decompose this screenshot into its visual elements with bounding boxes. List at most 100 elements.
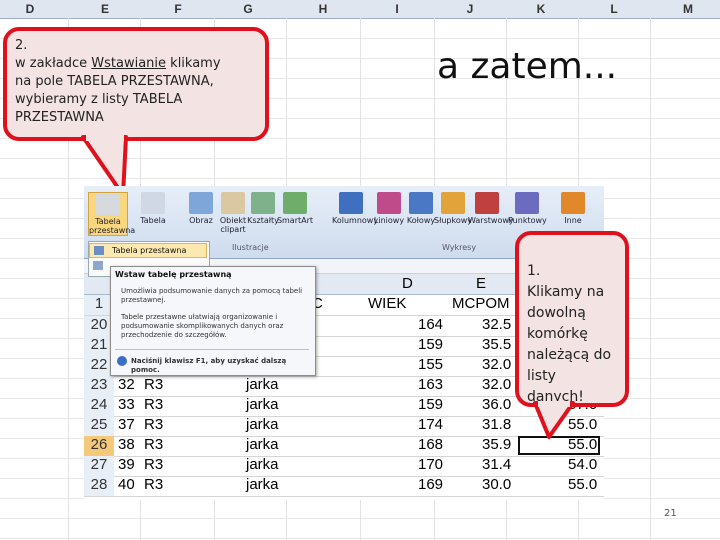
pivot-chart-icon[interactable] (93, 261, 103, 270)
table-cell[interactable]: 55.0 (568, 476, 597, 496)
help-icon (117, 356, 127, 366)
ribbon-button-label: Słupkowy (434, 216, 473, 225)
ribbon-button-label: Warstwowy (468, 216, 514, 225)
ribbon-button-other-charts[interactable]: Inne (554, 192, 592, 225)
group-illustrations-label: Ilustracje (232, 243, 269, 252)
table-row: 28 40 R3 jarka 169 30.0 55.0 (84, 476, 604, 497)
table-cell[interactable]: jarka (246, 456, 279, 476)
table-cell[interactable]: 31.4 (482, 456, 511, 476)
table-cell[interactable]: 35.9 (482, 436, 511, 456)
callout-step-1-line: komórkę (527, 326, 588, 342)
table-cell[interactable]: 35.5 (482, 336, 511, 356)
ribbon-button-label: Kołowy (406, 216, 436, 225)
row-number[interactable]: 28 (84, 476, 114, 496)
ribbon-button-bar-chart[interactable]: Słupkowy (434, 192, 472, 225)
callout-step-1-pointer (533, 401, 575, 439)
table-cell[interactable]: 155 (418, 356, 443, 376)
menu-item-pivot-table[interactable]: Tabela przestawna (89, 243, 207, 258)
ribbon-button-label: Tabela (140, 216, 166, 225)
ribbon-button-smartart[interactable]: SmartArt (276, 192, 314, 225)
ribbon-button-label: Liniowy (373, 216, 405, 225)
ribbon-button-table[interactable]: Tabela (134, 192, 172, 225)
table-cell[interactable]: R3 (144, 416, 163, 436)
table-cell[interactable]: R3 (144, 456, 163, 476)
row-number[interactable]: 23 (84, 376, 114, 396)
pivot-table-icon (94, 246, 104, 255)
ribbon-button-scatter-chart[interactable]: Punktowy (508, 192, 547, 225)
table-cell[interactable]: 33 (118, 396, 135, 416)
table-icon (141, 192, 165, 214)
tooltip-title: Wstaw tabelę przestawną (115, 270, 232, 279)
callout-step-2-line2: na pole TABELA PRZESTAWNA, (15, 74, 214, 89)
table-cell[interactable]: 164 (418, 316, 443, 336)
callout-step-2-number: 2. (15, 38, 28, 53)
ribbon-button-label: SmartArt (276, 216, 314, 225)
bg-col-header-m: M (683, 2, 693, 16)
table-cell[interactable]: 159 (418, 396, 443, 416)
table-cell[interactable]: 32 (118, 376, 135, 396)
table-cell[interactable]: 169 (418, 476, 443, 496)
table-cell[interactable]: 39 (118, 456, 135, 476)
table-cell[interactable]: 159 (418, 336, 443, 356)
line-chart-icon (377, 192, 401, 214)
area-chart-icon (475, 192, 499, 214)
row-number[interactable]: 27 (84, 456, 114, 476)
other-charts-icon (561, 192, 585, 214)
bg-col-header-d: D (25, 2, 35, 16)
table-cell[interactable]: jarka (246, 396, 279, 416)
table-cell[interactable]: 32.5 (482, 316, 511, 336)
table-cell[interactable]: jarka (246, 476, 279, 496)
bg-col-header-i: I (395, 2, 399, 16)
bg-grid-line (0, 538, 720, 539)
callout-step-1-line: dowolną (527, 305, 586, 321)
table-cell[interactable]: R3 (144, 376, 163, 396)
scatter-chart-icon (515, 192, 539, 214)
table-cell[interactable]: 163 (418, 376, 443, 396)
table-cell[interactable]: 36.0 (482, 396, 511, 416)
ribbon-button-label: Punktowy (508, 216, 547, 225)
table-cell[interactable]: R3 (144, 436, 163, 456)
table-cell[interactable]: 32.0 (482, 356, 511, 376)
table-cell[interactable]: 38 (118, 436, 135, 456)
callout-step-2: 2. w zakładce Wstawianie klikamy na pole… (3, 27, 269, 141)
table-cell[interactable]: 40 (118, 476, 135, 496)
insert-tab-reference: Wstawianie (91, 56, 167, 71)
table-cell[interactable]: R3 (144, 476, 163, 496)
table-cell[interactable]: 31.8 (482, 416, 511, 436)
table-cell[interactable]: jarka (246, 376, 279, 396)
table-cell[interactable]: R3 (144, 396, 163, 416)
table-cell[interactable]: jarka (246, 436, 279, 456)
table-cell[interactable]: 168 (418, 436, 443, 456)
ribbon-button-column-chart[interactable]: Kolumnowy (332, 192, 378, 225)
bg-col-header-h: H (318, 2, 328, 16)
tooltip-body-2: Tabele przestawne ułatwiają organizowani… (121, 313, 284, 339)
cell-header-mcpom[interactable]: MCPOM (452, 295, 510, 315)
bg-grid-line (650, 18, 651, 540)
picture-icon (189, 192, 213, 214)
clipart-icon (221, 192, 245, 214)
table-cell[interactable]: 174 (418, 416, 443, 436)
table-row: 27 39 R3 jarka 170 31.4 54.0 (84, 456, 604, 477)
table-cell[interactable]: 170 (418, 456, 443, 476)
smartart-icon (283, 192, 307, 214)
group-charts-label: Wykresy (442, 243, 477, 252)
table-cell[interactable]: 30.0 (482, 476, 511, 496)
col-header-d[interactable]: D (402, 274, 413, 294)
ribbon-button-pivot-table[interactable]: Tabela przestawna (88, 192, 135, 236)
table-cell[interactable]: 37 (118, 416, 135, 436)
col-header-e[interactable]: E (476, 274, 486, 294)
ribbon-button-area-chart[interactable]: Warstwowy (468, 192, 514, 225)
table-cell[interactable]: 54.0 (568, 456, 597, 476)
row-number[interactable]: 24 (84, 396, 114, 416)
callout-step-2-line1: w zakładce Wstawianie klikamy (15, 56, 221, 71)
ribbon-button-label: Kształty (247, 216, 279, 225)
table-cell[interactable]: 32.0 (482, 376, 511, 396)
callout-step-1-number: 1. (527, 263, 541, 279)
table-cell[interactable]: jarka (246, 416, 279, 436)
row-number[interactable]: 25 (84, 416, 114, 436)
callout-step-1-line: należącą do (527, 347, 612, 363)
row-number[interactable]: 26 (84, 436, 114, 456)
ribbon-button-label: Tabela przestawna (89, 217, 136, 235)
callout-step-1: 1. Klikamy na dowolną komórkę należącą do li… (515, 231, 629, 407)
cell-header-wiek[interactable]: WIEK (368, 295, 406, 315)
